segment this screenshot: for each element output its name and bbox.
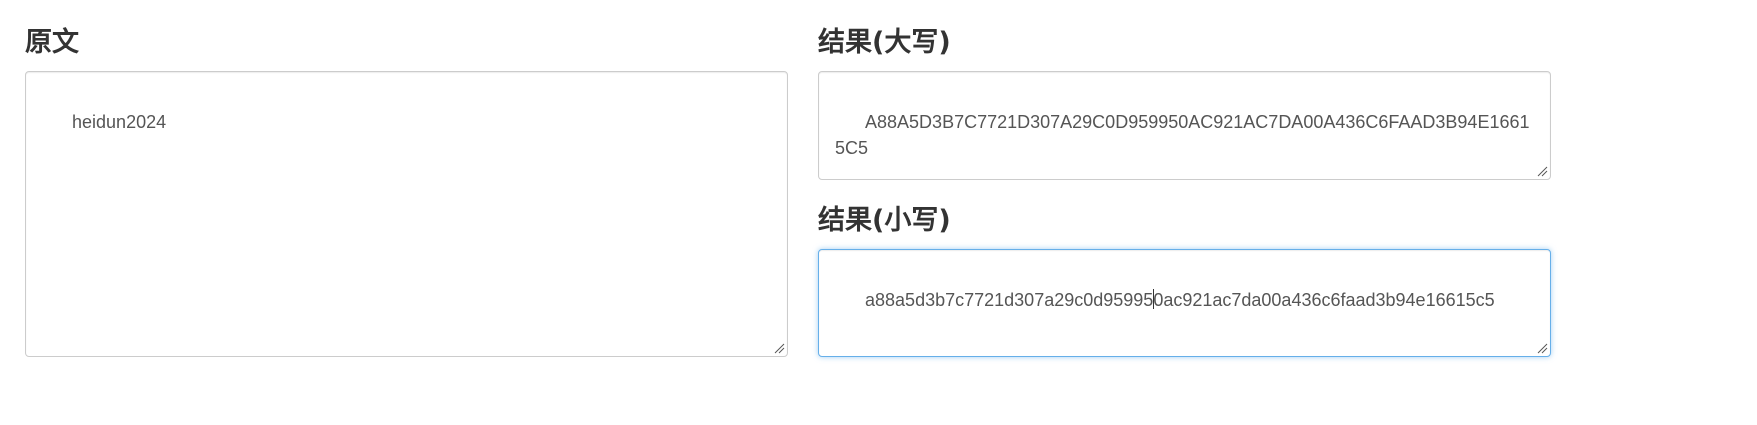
- lowercase-result-text-before-caret: a88a5d3b7c7721d307a29c0d95995: [865, 290, 1154, 310]
- source-heading: 原文: [25, 27, 79, 58]
- lowercase-result-text-after-caret: 0ac921ac7da00a436c6faad3b94e16615c5: [1153, 290, 1495, 310]
- result-column: 结果(大写) A88A5D3B7C7721D307A29C0D959950AC9…: [818, 0, 1551, 357]
- resize-handle-icon[interactable]: [1536, 342, 1548, 354]
- uppercase-heading: 结果(大写): [818, 27, 951, 58]
- lowercase-heading: 结果(小写): [818, 205, 951, 236]
- lowercase-result-textarea[interactable]: a88a5d3b7c7721d307a29c0d959950ac921ac7da…: [818, 249, 1551, 357]
- source-textarea[interactable]: heidun2024: [25, 71, 788, 357]
- uppercase-result-text: A88A5D3B7C7721D307A29C0D959950AC921AC7DA…: [835, 112, 1530, 158]
- resize-handle-icon[interactable]: [773, 342, 785, 354]
- md5-result-page: 原文 heidun2024 结果(大写) A88A5D3B7C7721D307A…: [0, 0, 1757, 425]
- source-text: heidun2024: [72, 112, 167, 132]
- uppercase-result-textarea[interactable]: A88A5D3B7C7721D307A29C0D959950AC921AC7DA…: [818, 71, 1551, 180]
- resize-handle-icon[interactable]: [1536, 165, 1548, 177]
- source-column: 原文 heidun2024: [25, 0, 788, 357]
